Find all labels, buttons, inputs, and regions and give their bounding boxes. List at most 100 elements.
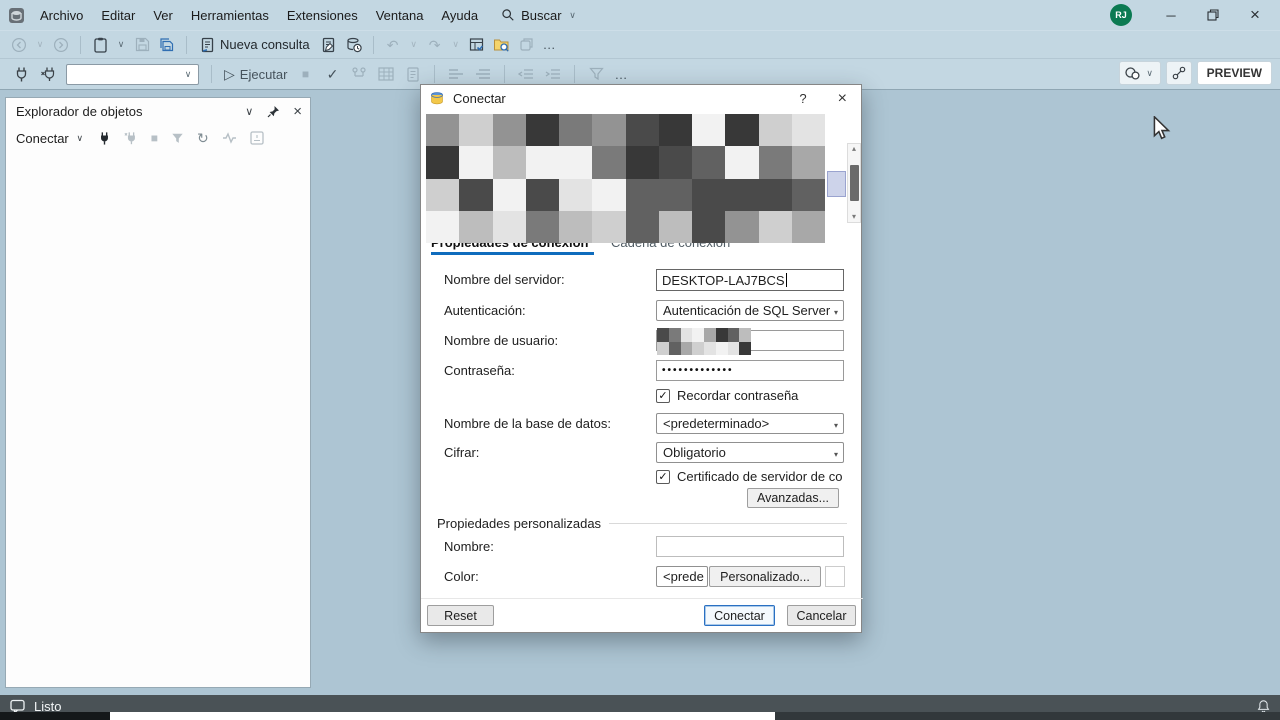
menu-ver[interactable]: Ver (144, 8, 182, 23)
undo-button[interactable]: ↶ (384, 35, 402, 55)
redo-button[interactable]: ↷ (426, 35, 444, 55)
database-selector-combobox[interactable]: ∨ (66, 63, 199, 85)
close-panel-button[interactable]: × (293, 103, 302, 120)
menu-herramientas[interactable]: Herramientas (182, 8, 278, 23)
database-select[interactable]: <predeterminado> ▾ (656, 413, 844, 434)
server-list-scrollbar[interactable]: ▴ ▾ (847, 143, 861, 223)
change-connection-icon[interactable] (39, 64, 57, 84)
new-file-chevron[interactable]: ∨ (116, 39, 126, 50)
save-button[interactable] (133, 35, 151, 55)
compare-connections-button[interactable] (1165, 61, 1192, 85)
scrollbar-thumb[interactable] (849, 165, 859, 201)
preview-badge[interactable]: PREVIEW (1196, 61, 1272, 85)
close-dialog-button[interactable]: × (838, 90, 847, 108)
object-explorer-connect-button[interactable]: Conectar ∨ (16, 131, 85, 146)
activity-monitor-icon[interactable] (222, 132, 237, 144)
comment-lines-icon[interactable] (447, 64, 465, 84)
stop-button[interactable]: ■ (296, 64, 314, 84)
chevron-down-icon: ▾ (833, 308, 838, 317)
password-input[interactable]: ••••••••••••• (656, 360, 844, 381)
restore-button[interactable] (1192, 0, 1234, 30)
minimize-button[interactable]: ─ (1150, 0, 1192, 30)
parse-check-button[interactable]: ✓ (323, 64, 341, 84)
object-explorer-toolbar: Conectar ∨ ■ ↻ (6, 124, 310, 152)
window-layout-button[interactable] (518, 35, 536, 55)
dialog-title-bar[interactable]: Conectar ? × (421, 85, 861, 112)
checkbox-checked-icon: ✓ (656, 469, 670, 484)
trust-certificate-checkbox[interactable]: ✓ Certificado de servidor de co (656, 469, 844, 484)
search-control[interactable]: Buscar ∨ (501, 8, 577, 23)
color-swatch[interactable] (825, 566, 845, 587)
custom-name-input[interactable] (656, 536, 844, 557)
link-icon (1172, 66, 1186, 80)
bottom-strip-right (775, 712, 1280, 720)
indent-decrease-icon[interactable] (517, 64, 535, 84)
filter-icon[interactable] (171, 132, 184, 145)
scroll-down-arrow[interactable]: ▾ (852, 213, 856, 221)
avatar[interactable]: RJ (1110, 4, 1132, 26)
close-window-button[interactable]: × (1234, 0, 1276, 30)
folder-search-button[interactable] (493, 35, 511, 55)
server-name-input[interactable]: DESKTOP-LAJ7BCS (656, 269, 844, 291)
open-query-file-button[interactable] (320, 35, 338, 55)
custom-color-row: Color: <prede Personalizado... (421, 566, 863, 590)
connect-plug-icon[interactable] (12, 64, 30, 84)
new-query-button[interactable]: Nueva consulta (197, 35, 313, 55)
scroll-up-arrow[interactable]: ▴ (852, 145, 856, 153)
user-name-input[interactable] (656, 328, 844, 355)
results-grid-icon[interactable] (377, 64, 395, 84)
standard-toolbar: ∨ ∨ Nueva consulta ↶ ∨ ↷ ∨ … (0, 30, 1280, 58)
authentication-select[interactable]: Autenticación de SQL Server ▾ (656, 300, 844, 321)
indent-increase-icon[interactable] (544, 64, 562, 84)
pin-icon[interactable] (267, 105, 280, 118)
chevron-down-icon: ▾ (833, 421, 838, 430)
navigate-forward-button[interactable] (52, 35, 70, 55)
custom-color-button[interactable]: Personalizado... (709, 566, 821, 587)
toolbar-separator (434, 65, 436, 83)
table-designer-button[interactable] (468, 35, 486, 55)
back-history-chevron[interactable]: ∨ (35, 39, 45, 50)
undo-chevron[interactable]: ∨ (409, 39, 419, 50)
refresh-icon[interactable]: ↻ (197, 131, 209, 145)
navigate-back-button[interactable] (10, 35, 28, 55)
connect-dialog: Conectar ? × ▴ ▾ Propiedades de conexión… (420, 84, 863, 633)
remember-password-checkbox[interactable]: ✓ Recordar contraseña (656, 388, 844, 403)
panel-options-chevron[interactable]: ∨ (244, 105, 254, 118)
menu-ayuda[interactable]: Ayuda (432, 8, 487, 23)
redacted-ui-fragment (827, 171, 846, 197)
uncomment-lines-icon[interactable] (474, 64, 492, 84)
encrypt-label: Cifrar: (444, 445, 480, 460)
connect-button[interactable]: Conectar (704, 605, 775, 626)
menu-ventana[interactable]: Ventana (367, 8, 433, 23)
encrypt-select[interactable]: Obligatorio ▾ (656, 442, 844, 463)
execute-button[interactable]: ▷ Ejecutar (224, 67, 287, 82)
new-file-button[interactable] (91, 35, 109, 55)
custom-color-select[interactable]: <prede (656, 566, 708, 587)
results-file-icon[interactable] (404, 64, 422, 84)
stop-icon[interactable]: ■ (151, 132, 158, 144)
toolbar-overflow-button[interactable]: … (543, 37, 557, 52)
redo-chevron[interactable]: ∨ (451, 39, 461, 50)
advanced-button[interactable]: Avanzadas... (747, 488, 839, 508)
scripting-options-icon[interactable] (250, 131, 264, 145)
connect-object-explorer-icon[interactable] (98, 131, 111, 146)
mouse-cursor (1152, 116, 1174, 140)
cancel-button[interactable]: Cancelar (787, 605, 856, 626)
reset-button[interactable]: Reset (427, 605, 494, 626)
database-history-button[interactable] (345, 35, 363, 55)
copilot-button[interactable]: ∨ (1118, 61, 1161, 85)
toolbar-separator (372, 35, 374, 54)
toolbar-separator (504, 65, 506, 83)
help-button[interactable]: ? (799, 91, 806, 106)
save-all-button[interactable] (158, 35, 176, 55)
query-options-icon[interactable] (350, 64, 368, 84)
remember-password-label: Recordar contraseña (677, 388, 799, 403)
chevron-down-icon: ∨ (76, 132, 84, 143)
menu-archivo[interactable]: Archivo (31, 8, 92, 23)
toolbar-overflow-button[interactable]: … (614, 67, 628, 82)
bottom-strip-progress (110, 712, 775, 720)
menu-editar[interactable]: Editar (92, 8, 144, 23)
filter-rows-icon[interactable] (587, 64, 605, 84)
menu-extensiones[interactable]: Extensiones (278, 8, 367, 23)
disconnect-icon[interactable] (124, 131, 138, 146)
